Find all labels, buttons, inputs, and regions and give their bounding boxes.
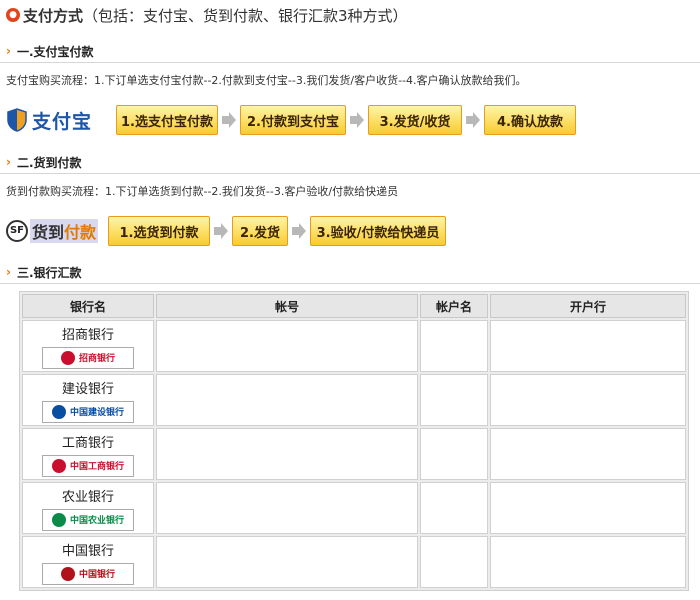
account-cell [156,482,418,534]
branch-cell [490,320,686,372]
page-subtitle: （包括：支付宝、货到付款、银行汇款3种方式） [83,6,408,25]
page-title-text: 支付方式 [23,6,84,25]
icbc-logo-icon [51,458,66,473]
sf-express-icon: SF [6,220,28,242]
divider [0,173,700,174]
branch-cell [490,428,686,480]
alipay-step-2: 2.付款到支付宝 [240,105,346,135]
account-name-cell [420,428,488,480]
bank-logo-text: 招商银行 [78,354,115,364]
ccb-logo-icon [51,404,66,419]
section-heading-label: 二.货到付款 [16,155,82,170]
column-header-branch: 开户行 [490,294,686,318]
alipay-shield-icon [7,108,27,132]
icbc-bank-logo: 中国工商银行 [42,454,134,477]
section-heading-label: 一.支付宝付款 [16,44,94,59]
chevron-right-icon: › [6,44,11,58]
branch-cell [490,536,686,588]
divider [0,62,700,63]
bank-name-cell: 建设银行 中国建设银行 [22,374,154,426]
account-name-cell [420,536,488,588]
bank-name-cell: 农业银行 中国农业银行 [22,482,154,534]
divider [0,283,700,284]
cod-step-3: 3.验收/付款给快递员 [310,216,446,246]
table-header-row: 银行名 帐号 帐户名 开户行 [22,294,686,318]
bank-name: 农业银行 [61,489,114,505]
branch-cell [490,374,686,426]
bank-logo-text: 中国农业银行 [69,516,124,526]
cmb-bank-logo: 招商银行 [42,346,134,369]
section-heading-alipay: › 一.支付宝付款 [6,42,94,60]
bank-name-cell: 招商银行 招商银行 [22,320,154,372]
boc-bank-logo: 中国银行 [42,562,134,585]
cod-step-2: 2.发货 [232,216,288,246]
arrow-right-icon [346,105,368,135]
bank-name: 建设银行 [61,381,114,397]
bank-name-cell: 工商银行 中国工商银行 [22,428,154,480]
alipay-logo: 支付宝 [6,105,116,135]
table-row: 工商银行 中国工商银行 [22,428,686,480]
account-cell [156,536,418,588]
account-name-cell [420,482,488,534]
cod-logo-text: 货到付款 [30,219,99,243]
branch-cell [490,482,686,534]
account-name-cell [420,374,488,426]
page-title: ● 支付方式 （包括：支付宝、货到付款、银行汇款3种方式） [6,4,408,26]
arrow-right-icon [210,216,232,246]
abc-logo-icon [51,512,66,527]
section-heading-bank: › 三.银行汇款 [6,263,82,281]
abc-bank-logo: 中国农业银行 [42,508,134,531]
section-heading-cod: › 二.货到付款 [6,153,82,171]
account-name-cell [420,320,488,372]
cod-step-1: 1.选货到付款 [108,216,210,246]
chevron-right-icon: › [6,155,11,169]
bank-logo-text: 中国建设银行 [69,408,124,418]
alipay-description: 支付宝购买流程：1.下订单选支付宝付款--2.付款到支付宝--3.我们发货/客户… [6,74,527,87]
section-heading-label: 三.银行汇款 [16,265,82,280]
cod-logo: SF 货到付款 [6,216,108,246]
bank-table: 银行名 帐号 帐户名 开户行 招商银行 招商银行 建设银行 中国建设银行 工商银… [19,291,689,591]
table-row: 招商银行 招商银行 [22,320,686,372]
account-cell [156,428,418,480]
cod-logo-text-b: 付款 [64,223,97,242]
table-row: 中国银行 中国银行 [22,536,686,588]
account-cell [156,320,418,372]
arrow-right-icon [462,105,484,135]
table-row: 农业银行 中国农业银行 [22,482,686,534]
column-header-account-name: 帐户名 [420,294,488,318]
bank-name: 工商银行 [61,435,114,451]
alipay-step-4: 4.确认放款 [484,105,576,135]
chevron-right-icon: › [6,265,11,279]
column-header-account: 帐号 [156,294,418,318]
cod-flow: SF 货到付款 1.选货到付款 2.发货 3.验收/付款给快递员 [6,215,446,247]
account-cell [156,374,418,426]
bank-logo-text: 中国工商银行 [69,462,124,472]
arrow-right-icon [218,105,240,135]
cmb-logo-icon [60,350,75,365]
boc-logo-icon [60,566,75,581]
bank-name: 招商银行 [61,327,114,343]
cod-logo-text-a: 货到 [32,223,65,242]
column-header-bank-name: 银行名 [22,294,154,318]
title-bullet-icon: ● [6,8,20,22]
bank-name: 中国银行 [61,543,114,559]
cod-description: 货到付款购买流程：1.下订单选货到付款--2.我们发货--3.客户验收/付款给快… [6,185,399,198]
alipay-flow: 支付宝 1.选支付宝付款 2.付款到支付宝 3.发货/收货 4.确认放款 [6,104,576,136]
bank-name-cell: 中国银行 中国银行 [22,536,154,588]
table-row: 建设银行 中国建设银行 [22,374,686,426]
alipay-step-3: 3.发货/收货 [368,105,462,135]
alipay-step-1: 1.选支付宝付款 [116,105,218,135]
arrow-right-icon [288,216,310,246]
ccb-bank-logo: 中国建设银行 [42,400,134,423]
bank-logo-text: 中国银行 [78,570,115,580]
alipay-logo-text: 支付宝 [32,110,93,133]
